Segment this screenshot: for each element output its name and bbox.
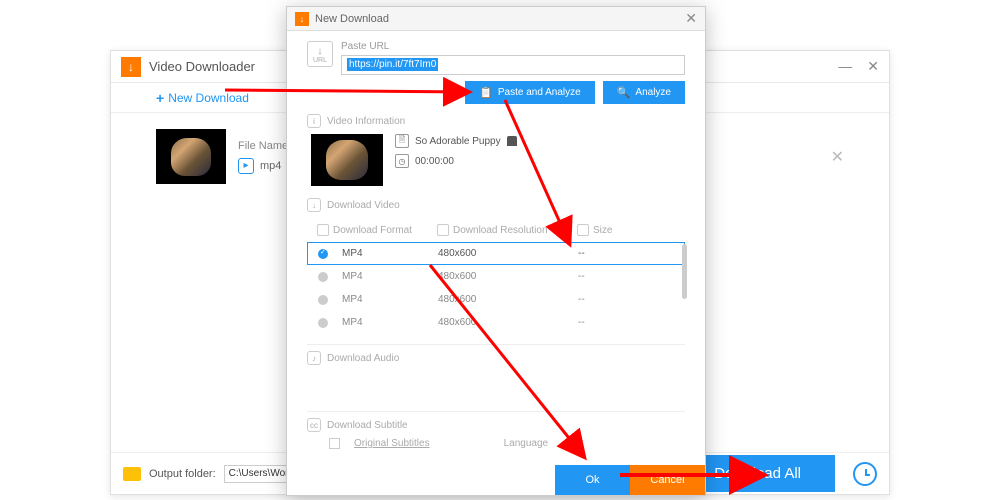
schedule-icon[interactable] [853,462,877,486]
download-audio-header: ♪ Download Audio [307,351,685,365]
folder-icon[interactable] [123,467,141,481]
filename-label: File Name: [238,140,291,152]
video-duration: 00:00:00 [415,156,454,167]
format-row[interactable]: MP4480x600-- [307,242,685,265]
file-info: File Name: ▸ mp4 [238,140,291,174]
url-icon: URL [307,41,333,67]
info-icon: i [307,114,321,128]
new-download-dialog: ↓ New Download ✕ URL Paste URL https://p… [286,6,706,496]
dialog-body: URL Paste URL https://pin.it/7ft7Im0 📋Pa… [287,31,705,465]
video-thumbnail[interactable] [156,129,226,184]
lock-icon [507,136,517,146]
dialog-footer: Ok Cancel [287,465,705,495]
close-button[interactable]: ✕ [867,58,879,75]
file-icon: 🗎 [395,134,409,148]
window-controls: — ✕ [838,58,879,75]
analyze-button[interactable]: 🔍Analyze [603,81,685,104]
original-subtitles-checkbox[interactable] [329,438,340,449]
format-value: mp4 [260,160,281,172]
format-row[interactable]: MP4480x600-- [307,265,685,288]
language-label: Language [504,438,549,449]
format-table-header: Download Format Download Resolution Size [307,218,685,242]
paste-icon: 📋 [479,86,493,99]
url-section: URL Paste URL https://pin.it/7ft7Im0 [307,41,685,75]
url-input[interactable]: https://pin.it/7ft7Im0 [341,55,685,75]
format-list: MP4480x600-- MP4480x600-- MP4480x600-- M… [307,242,685,334]
paste-analyze-button[interactable]: 📋Paste and Analyze [465,81,595,104]
format-icon: ▸ [238,158,254,174]
analyze-buttons: 📋Paste and Analyze 🔍Analyze [307,81,685,104]
new-download-button[interactable]: + New Download [156,90,249,106]
radio-icon [318,272,328,282]
subtitle-icon: cc [307,418,321,432]
size-icon [577,224,589,236]
download-video-icon: ↓ [307,198,321,212]
ok-button[interactable]: Ok [555,465,630,495]
plus-icon: + [156,90,164,106]
app-logo-icon: ↓ [121,57,141,77]
cancel-button[interactable]: Cancel [630,465,705,495]
format-row[interactable]: MP4480x600-- [307,311,685,334]
radio-icon [318,295,328,305]
new-download-label: New Download [168,91,249,105]
download-subtitle-header: cc Download Subtitle [307,418,685,432]
search-icon: 🔍 [617,86,631,99]
video-info-thumbnail [311,134,383,186]
dialog-titlebar: ↓ New Download ✕ [287,7,705,31]
url-value: https://pin.it/7ft7Im0 [347,58,438,71]
paste-url-label: Paste URL [341,41,685,52]
video-info: 🗎 So Adorable Puppy ◷ 00:00:00 [307,134,685,186]
format-icon [317,224,329,236]
output-folder-label: Output folder: [149,468,216,480]
resolution-icon [437,224,449,236]
dialog-title: New Download [315,13,685,25]
video-title: So Adorable Puppy [415,136,501,147]
radio-icon [318,249,328,259]
download-video-header: ↓ Download Video [307,198,685,212]
divider [307,344,685,345]
format-row[interactable]: MP4480x600-- [307,288,685,311]
video-info-header: i Video Information [307,114,685,128]
scrollbar[interactable] [682,244,687,299]
remove-item-button[interactable]: ✕ [831,147,844,167]
video-meta: 🗎 So Adorable Puppy ◷ 00:00:00 [395,134,517,186]
dialog-close-button[interactable]: ✕ [685,10,697,27]
minimize-button[interactable]: — [838,58,852,75]
radio-icon [318,318,328,328]
dialog-logo-icon: ↓ [295,12,309,26]
original-subtitles-label: Original Subtitles [354,438,430,449]
subtitle-options: Original Subtitles Language [307,438,685,449]
clock-icon: ◷ [395,154,409,168]
divider [307,411,685,412]
audio-icon: ♪ [307,351,321,365]
